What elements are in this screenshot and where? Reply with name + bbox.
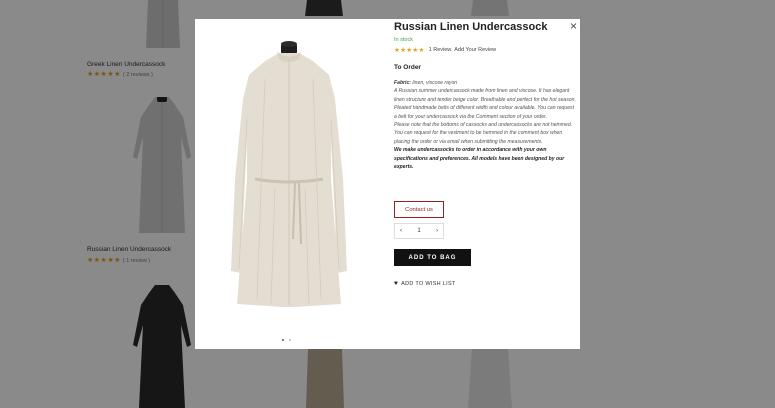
product-main-image <box>231 41 347 307</box>
close-icon[interactable]: × <box>570 20 577 32</box>
quick-view-modal: × Russian Linen Undercassock In stock ★★… <box>195 19 580 349</box>
fabric-line: Fabric: linen, viscose rayon <box>394 79 576 87</box>
product-gallery[interactable] <box>195 19 385 349</box>
description-bold: We make undercassocks to order in accord… <box>394 147 565 171</box>
description-paragraph: Please note that the bottoms of cassocks… <box>394 122 573 145</box>
add-to-bag-button[interactable]: ADD TO BAG <box>394 249 471 266</box>
gallery-pagination <box>282 339 291 341</box>
review-count-link[interactable]: 1 Review <box>429 47 452 53</box>
product-rating: ★★★★★ 1 Review Add Your Review <box>394 46 496 54</box>
fabric-label: Fabric: <box>394 80 411 86</box>
wish-list-label: ADD TO WISH LIST <box>401 280 456 287</box>
product-description: Fabric: linen, viscose rayon A Russian s… <box>394 79 576 171</box>
add-to-wish-list-link[interactable]: ♥ ADD TO WISH LIST <box>394 280 456 287</box>
qty-decrease-button[interactable]: ‹ <box>400 228 402 234</box>
contact-us-button[interactable]: Contact us <box>394 201 444 218</box>
quantity-stepper: ‹ 1 › <box>394 223 444 239</box>
qty-value[interactable]: 1 <box>417 228 420 234</box>
heart-icon: ♥ <box>394 280 399 287</box>
gallery-dot[interactable] <box>289 339 291 341</box>
fabric-value: linen, viscose rayon <box>412 80 458 86</box>
rating-stars-icon: ★★★★★ <box>394 47 425 54</box>
description-paragraph: A Russian summer undercassock made from … <box>394 88 576 120</box>
qty-increase-button[interactable]: › <box>436 228 438 234</box>
stock-status: In stock <box>394 37 413 43</box>
product-title: Russian Linen Undercassock <box>394 21 548 33</box>
section-title: To Order <box>394 64 421 71</box>
gallery-dot-active[interactable] <box>282 339 284 341</box>
add-review-link[interactable]: Add Your Review <box>454 47 496 53</box>
